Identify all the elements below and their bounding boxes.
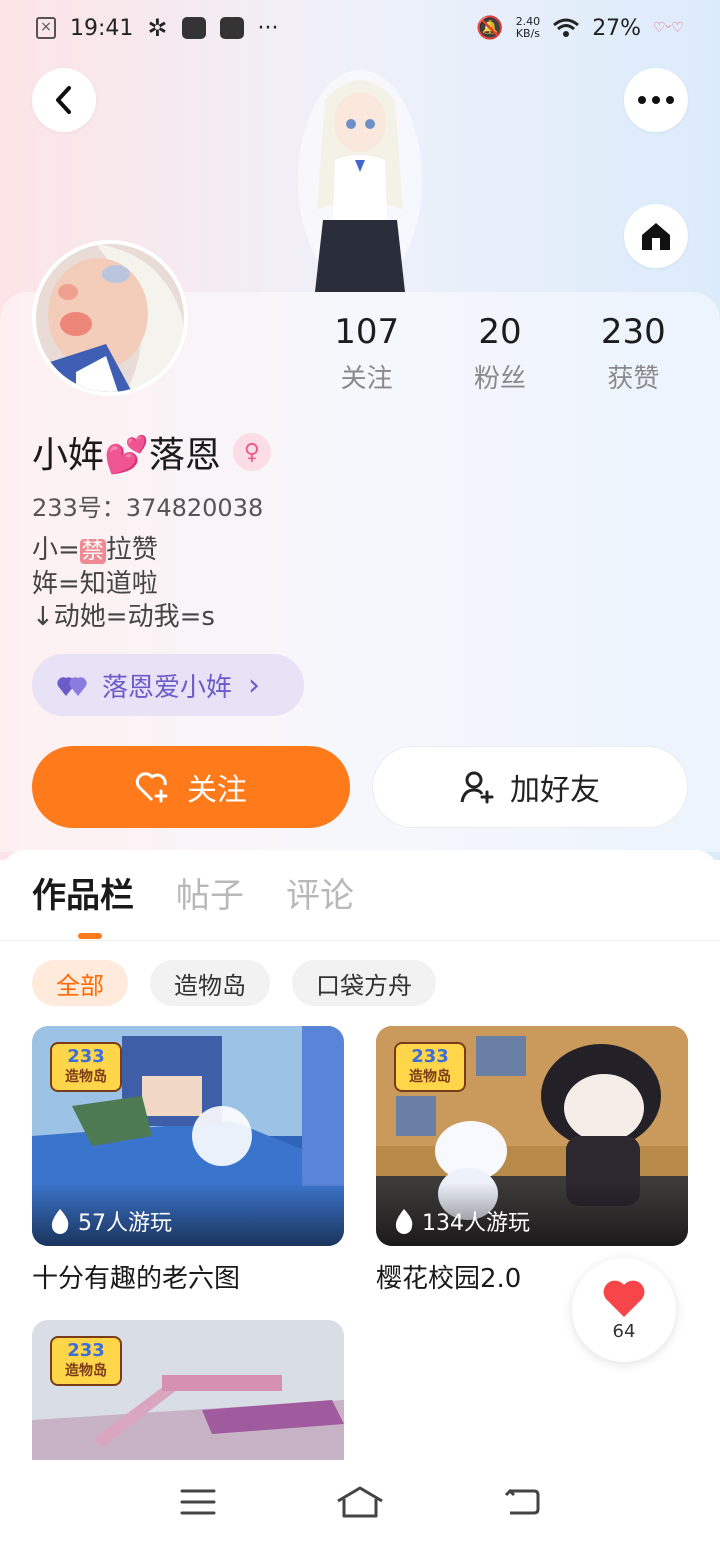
stat-label: 关注 (340, 364, 393, 394)
badge-233: 233 造物岛 (50, 1042, 122, 1092)
nav-back-icon[interactable] (504, 1487, 540, 1517)
chip-creation-island[interactable]: 造物岛 (150, 960, 270, 1006)
status-bar: × 19:41 ✲ ··· 🔕 2.40 KB/s 27% ♡ᵕ♡ (0, 0, 720, 56)
avatar[interactable] (32, 240, 188, 396)
network-speed: 2.40 KB/s (516, 16, 541, 40)
play-count-text: 57人游玩 (78, 1211, 172, 1236)
flame-icon (395, 1209, 413, 1234)
user-name: 小姩💕落恩 (32, 426, 221, 478)
gender-female-icon: ♀ (232, 433, 271, 471)
badge-233: 233 造物岛 (50, 1336, 122, 1386)
badge-text: 233 (67, 1340, 105, 1361)
badge-subtext: 造物岛 (65, 1069, 107, 1085)
stat-value: 107 (334, 312, 400, 352)
home-icon (642, 223, 670, 250)
system-nav-bar (0, 1460, 720, 1544)
game-thumbnail: 233 造物岛 57人游玩 (32, 1026, 344, 1246)
add-friend-label: 加好友 (510, 773, 600, 808)
notification-icon: × (36, 17, 56, 39)
bio-text: 拉赞 (105, 535, 158, 565)
battery-level: 27% (592, 15, 642, 41)
divider (0, 940, 720, 941)
net-speed-unit: KB/s (515, 27, 541, 40)
mute-icon: 🔕 (476, 15, 504, 41)
badge-subtext: 造物岛 (65, 1363, 107, 1379)
stat-label: 获赞 (607, 364, 660, 394)
stat-likes[interactable]: 230 获赞 (567, 312, 700, 395)
more-notifications-icon: ··· (257, 15, 279, 41)
bio-text: 小= (32, 535, 80, 565)
badge-text: 233 (411, 1046, 449, 1067)
tab-indicator (78, 933, 102, 939)
follow-label: 关注 (187, 773, 247, 808)
stat-following[interactable]: 107 关注 (300, 312, 433, 395)
tab-comments[interactable]: 评论 (286, 868, 354, 917)
stats-row: 107 关注 20 粉丝 230 获赞 (300, 312, 700, 395)
bio-text: 姩=知道啦 (32, 569, 158, 599)
stat-value: 20 (478, 312, 522, 352)
chip-pocket-ark[interactable]: 口袋方舟 (292, 960, 436, 1006)
follow-button[interactable]: 关注 (32, 746, 350, 828)
play-count-text: 134人游玩 (422, 1211, 530, 1236)
tab-posts[interactable]: 帖子 (176, 868, 244, 917)
add-friend-button[interactable]: 加好友 (372, 746, 688, 828)
stat-label: 粉丝 (473, 364, 526, 394)
filter-chips: 全部 造物岛 口袋方舟 (32, 960, 436, 1006)
badge-subtext: 造物岛 (409, 1069, 451, 1085)
play-count: 134人游玩 (376, 1182, 688, 1246)
pinwheel-icon: ✲ (147, 14, 168, 42)
back-icon (56, 86, 71, 114)
wifi-icon (553, 18, 580, 37)
content-tabs: 作品栏 帖子 评论 (32, 868, 354, 917)
heart-plus-icon (135, 772, 168, 803)
sticker-icon: ♡ᵕ♡ (653, 20, 684, 36)
cp-label: 落恩爱小姩 (102, 672, 233, 703)
back-button[interactable] (32, 68, 96, 132)
badge-233: 233 造物岛 (394, 1042, 466, 1092)
app-icon (181, 17, 206, 39)
like-count: 64 (612, 1320, 636, 1342)
double-heart-icon (57, 677, 87, 696)
more-button[interactable] (624, 68, 688, 132)
game-title: 十分有趣的老六图 (32, 1264, 241, 1294)
play-count: 57人游玩 (32, 1182, 344, 1246)
ban-emoji: 禁 (79, 539, 106, 564)
app-icon-2 (219, 17, 244, 39)
name-part2: 落恩 (148, 435, 221, 476)
like-button[interactable]: 64 (572, 1258, 676, 1362)
cp-relationship-button[interactable]: 落恩爱小姩 › (32, 654, 304, 716)
name-emoji: 💕 (104, 435, 149, 476)
more-icon (638, 96, 674, 104)
bio-text: ↓动她=动我=s (32, 602, 215, 632)
badge-text: 233 (67, 1046, 105, 1067)
home-button[interactable] (624, 204, 688, 268)
nav-home-icon[interactable] (336, 1485, 384, 1519)
tab-works[interactable]: 作品栏 (32, 868, 134, 917)
game-card[interactable]: 233 造物岛 134人游玩 樱花校园2.0 (376, 1026, 688, 1295)
menu-icon[interactable] (180, 1488, 216, 1516)
heart-icon (603, 1280, 645, 1317)
game-thumbnail: 233 造物岛 (32, 1320, 344, 1460)
game-thumbnail: 233 造物岛 134人游玩 (376, 1026, 688, 1246)
name-part1: 小姩 (32, 435, 105, 476)
chevron-right-icon: › (248, 667, 261, 703)
game-card[interactable]: 233 造物岛 57人游玩 十分有趣的老六图 (32, 1026, 344, 1295)
person-add-icon (460, 771, 494, 804)
flame-icon (51, 1209, 69, 1234)
user-id[interactable]: 233号：374820038 (32, 488, 263, 523)
chip-all[interactable]: 全部 (32, 960, 128, 1006)
stat-followers[interactable]: 20 粉丝 (433, 312, 566, 395)
game-card[interactable]: 233 造物岛 (32, 1320, 344, 1460)
stat-value: 230 (600, 312, 666, 352)
bio: 小=禁拉赞 姩=知道啦 ↓动她=动我=s (32, 534, 215, 634)
name-row: 小姩💕落恩 ♀ (32, 426, 271, 478)
status-time: 19:41 (70, 15, 134, 41)
character-figure (295, 60, 425, 292)
